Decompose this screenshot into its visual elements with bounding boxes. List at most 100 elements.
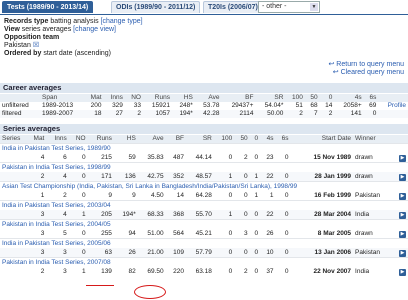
- cell: [0, 248, 26, 258]
- highlight-underline: [86, 285, 114, 286]
- series-table: Series Mat Inns NO Runs HS Ave BF SR 100…: [0, 135, 408, 276]
- cell: [0, 153, 26, 163]
- cell: 248*: [179, 102, 193, 109]
- series-data-row: 1 2 0 9 9 4.50 14 64.28 0 0 1 1 0 16 Feb 1999 Pakistan…: [0, 191, 408, 201]
- col-header: HS: [183, 94, 193, 101]
- cleared-query-link[interactable]: ↩ Cleared query menu: [333, 68, 404, 76]
- cell: [0, 267, 26, 276]
- winner: Pakistan: [355, 192, 380, 199]
- series-name-link[interactable]: India in Pakistan Test Series, 2005/06: [0, 238, 408, 248]
- cell: 0: [284, 268, 289, 275]
- opposition-line: Opposition team: [4, 34, 59, 42]
- cell: [0, 229, 26, 239]
- series-header-row: Series Mat Inns NO Runs HS Ave BF SR 100…: [0, 135, 408, 144]
- arrow-right-icon: ▶: [399, 174, 406, 181]
- cell: 0: [254, 249, 259, 256]
- cell: [0, 210, 26, 220]
- cell: 53.78: [203, 102, 220, 109]
- return-query-link[interactable]: ↩ Return to query menu: [328, 60, 404, 68]
- cell: 139: [101, 268, 112, 275]
- tab-t20is[interactable]: T20Is (2006/07): [203, 1, 263, 13]
- series-name-link[interactable]: Pakistan in India Test Series, 2004/05: [0, 219, 408, 229]
- view-line: View series averages [change view]: [4, 26, 116, 34]
- cell: 68.33: [147, 211, 164, 218]
- other-format-select[interactable]: - other - ▼: [258, 1, 320, 13]
- return-arrow-icon: ↩: [332, 69, 339, 76]
- row-arrow-button[interactable]: ▶: [393, 267, 408, 276]
- start-date: 13 Jan 2006: [314, 249, 352, 256]
- row-arrow-button[interactable]: ▶: [393, 229, 408, 239]
- opposition-value: Pakistan: [4, 42, 31, 49]
- cleared-query-label: Cleared query menu: [340, 69, 404, 76]
- col-header: Ave: [208, 94, 220, 101]
- cell: 1: [254, 173, 259, 180]
- cell: 0: [284, 154, 289, 161]
- col-header: SR: [202, 135, 212, 142]
- winner: drawn: [355, 154, 373, 161]
- remove-filter-icon[interactable]: ☒: [33, 42, 39, 49]
- row-arrow-button[interactable]: ▶: [393, 210, 408, 220]
- cell: 64.28: [195, 192, 212, 199]
- series-name-link[interactable]: India in Pakistan Test Series, 1989/90: [0, 143, 408, 153]
- cell: 0: [244, 192, 248, 199]
- ordered-label: Ordered by: [4, 50, 42, 57]
- winner: drawn: [355, 173, 373, 180]
- cell: 2: [328, 110, 333, 117]
- tab-odis[interactable]: ODIs (1989/90 - 2011/12): [111, 1, 201, 13]
- cell: 215: [101, 154, 112, 161]
- career-averages-title: Career averages: [0, 83, 408, 93]
- cell: 1989-2013: [42, 102, 74, 109]
- series-name-link[interactable]: Asian Test Championship (India, Pakistan…: [0, 181, 408, 191]
- cell: 0: [284, 211, 289, 218]
- cell: 82: [128, 268, 136, 275]
- series-name-row: Pakistan in India Test Series, 1998/99: [0, 162, 408, 172]
- cell: 1: [228, 211, 233, 218]
- series-data-row: 3 5 0 255 94 51.00 564 45.21 0 3 0 26 0 8 Mar 2005 dra…: [0, 229, 408, 239]
- format-tabs: Tests (1989/90 - 2013/14) ODIs (1989/90 …: [0, 0, 408, 14]
- change-view-link[interactable]: [change view]: [73, 26, 116, 33]
- row-arrow-button[interactable]: ▶: [393, 172, 408, 182]
- cell: 0: [254, 211, 259, 218]
- arrow-right-icon: ▶: [399, 212, 406, 219]
- series-name-link[interactable]: India in Pakistan Test Series, 2003/04: [0, 200, 408, 210]
- cell: 0: [81, 173, 86, 180]
- col-header: 100: [221, 135, 233, 142]
- cell: 141: [350, 110, 362, 117]
- series-data-row: 2 3 1 139 82 69.50 220 63.18 0 2 0 37 0 22 Nov 2007 In…: [0, 267, 408, 276]
- series-name-row: India in Pakistan Test Series, 2005/06: [0, 238, 408, 248]
- cell: 45.21: [195, 230, 212, 237]
- cell: 329: [112, 102, 123, 109]
- cell: 37: [266, 268, 274, 275]
- row-arrow-button[interactable]: ▶: [393, 191, 408, 201]
- cell: 15921: [151, 102, 170, 109]
- series-name-link[interactable]: Pakistan in India Test Series, 2007/08: [0, 257, 408, 267]
- profile-link[interactable]: Profile: [378, 102, 408, 110]
- cell: 0: [228, 154, 233, 161]
- series-name-row: Pakistan in India Test Series, 2007/08: [0, 257, 408, 267]
- cell: 18: [94, 110, 102, 117]
- col-header: Mat: [33, 135, 45, 142]
- view-value: series averages: [21, 26, 72, 33]
- row-arrow-button[interactable]: ▶: [393, 248, 408, 258]
- start-date: 22 Nov 2007: [313, 268, 352, 275]
- cell: 1: [81, 211, 86, 218]
- col-header: [393, 135, 408, 144]
- series-name-link[interactable]: Pakistan in India Test Series, 1998/99: [0, 162, 408, 172]
- cell: [378, 110, 408, 118]
- col-header: NO: [131, 94, 141, 101]
- start-date: 15 Nov 1989: [313, 154, 352, 161]
- cell: 3: [63, 249, 67, 256]
- cell: 2: [63, 192, 67, 199]
- cell: 200: [90, 102, 102, 109]
- change-type-link[interactable]: [change type]: [101, 18, 143, 25]
- row-arrow-button[interactable]: ▶: [393, 153, 408, 163]
- series-name-row: India in Pakistan Test Series, 1989/90: [0, 143, 408, 153]
- col-header: 50: [240, 135, 248, 142]
- return-arrow-icon: ↩: [328, 61, 335, 68]
- col-header: Runs: [96, 135, 112, 142]
- cell: 63: [104, 249, 112, 256]
- cell: 42.28: [203, 110, 220, 117]
- cell: 0: [254, 230, 259, 237]
- cell: 42.75: [147, 173, 164, 180]
- tab-tests[interactable]: Tests (1989/90 - 2013/14): [2, 1, 94, 13]
